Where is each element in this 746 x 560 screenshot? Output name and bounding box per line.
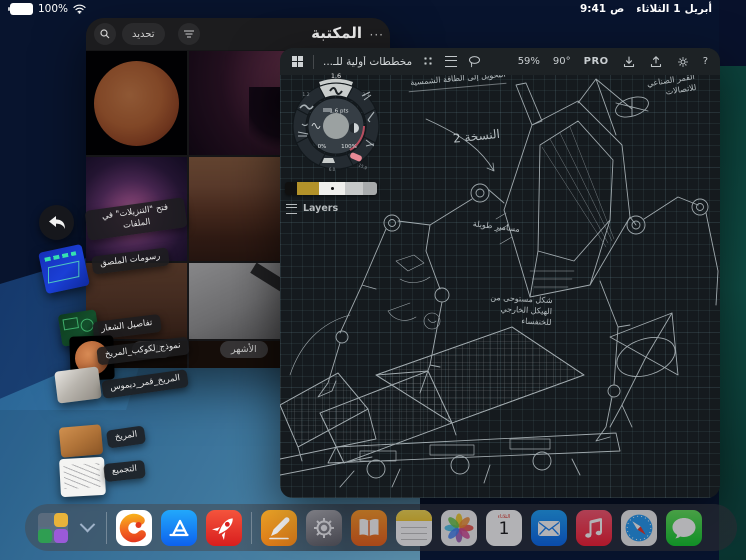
layers-label: Layers bbox=[303, 203, 339, 214]
photo-mars-planet[interactable] bbox=[86, 51, 187, 155]
dock-app-calendar[interactable]: الثلاثاء 1 bbox=[486, 509, 522, 546]
dock-app-messages[interactable] bbox=[666, 509, 702, 546]
marker-glyph bbox=[322, 158, 335, 163]
status-time: 9:41 bbox=[579, 3, 607, 15]
notes-header-strip bbox=[396, 509, 432, 521]
swatch-gray-light[interactable] bbox=[345, 182, 363, 195]
opacity-min-label: 0% bbox=[318, 144, 327, 150]
layers-icon bbox=[286, 203, 297, 214]
status-bar: 100% 9:41 ص الثلاثاء 1 أبريل bbox=[0, 0, 746, 20]
messages-bubble-icon bbox=[672, 517, 696, 538]
mini-app-green bbox=[38, 528, 52, 543]
library-header: المكتبة ··· تحديد bbox=[86, 18, 390, 50]
appstore-icon bbox=[169, 519, 189, 536]
pro-button[interactable]: PRO bbox=[584, 56, 609, 67]
import-icon bbox=[623, 55, 634, 67]
dock-app-safari[interactable] bbox=[621, 509, 657, 546]
active-size-label: 1.6 bbox=[331, 72, 341, 80]
library-title: المكتبة bbox=[311, 24, 362, 42]
search-icon bbox=[100, 29, 110, 39]
more-button[interactable]: ··· bbox=[370, 28, 384, 42]
dock-app-notes[interactable] bbox=[396, 509, 432, 546]
rotation-angle[interactable]: 90° bbox=[553, 56, 571, 67]
eraser-size-label: 15.9 bbox=[358, 162, 369, 170]
mini-app-star bbox=[54, 528, 68, 543]
search-button[interactable] bbox=[94, 23, 116, 45]
drag-back-button[interactable] bbox=[39, 205, 74, 240]
settings-menu-button[interactable] bbox=[444, 55, 458, 69]
drag-thumb-mars[interactable] bbox=[58, 424, 104, 458]
drag-thumb-poster[interactable] bbox=[38, 243, 90, 295]
lasso-tool-button[interactable] bbox=[467, 55, 481, 69]
dock-app-appstore[interactable] bbox=[161, 509, 197, 546]
drag-thumb-deimos[interactable] bbox=[54, 366, 102, 404]
status-day: 1 bbox=[673, 3, 681, 15]
wifi-icon bbox=[73, 4, 86, 14]
swatch-gold[interactable] bbox=[297, 182, 319, 195]
status-weekday: الثلاثاء bbox=[636, 3, 670, 15]
layers-button[interactable]: Layers bbox=[286, 203, 338, 214]
swatch-black[interactable] bbox=[285, 182, 297, 195]
mini-app-camera bbox=[38, 512, 52, 527]
select-button[interactable]: تحديد bbox=[122, 23, 165, 45]
music-note-icon bbox=[585, 517, 602, 538]
safari-compass-icon bbox=[625, 514, 653, 541]
import-button[interactable] bbox=[622, 55, 636, 69]
gear-icon bbox=[677, 56, 688, 67]
status-month: أبريل bbox=[684, 3, 712, 15]
concepts-app-icon bbox=[119, 513, 149, 542]
mini-app-lightbulb bbox=[54, 512, 68, 527]
lasso-icon bbox=[468, 56, 480, 68]
drag-thumb-assembly[interactable] bbox=[59, 456, 106, 498]
concepts-window: التحويل إلى الطاقة الشمسية القمر الصناعي… bbox=[280, 48, 720, 498]
photos-flower-icon bbox=[444, 513, 474, 542]
dock-app-books[interactable] bbox=[351, 509, 387, 546]
tool-wheel[interactable]: 1.6 1.2 3.5 6.0 15.9 1.6 pts 0% 100% bbox=[288, 62, 384, 184]
reply-arrow-icon bbox=[48, 215, 65, 229]
tab-months[interactable]: الأشهر bbox=[220, 341, 268, 358]
filter-button[interactable] bbox=[178, 23, 200, 45]
menu-lines-icon bbox=[445, 56, 458, 67]
swatch-gray[interactable] bbox=[363, 182, 377, 195]
dock-app-concepts[interactable] bbox=[116, 509, 152, 546]
battery-icon bbox=[8, 3, 33, 15]
mail-envelope-icon bbox=[538, 520, 560, 536]
books-icon bbox=[359, 518, 379, 536]
dock-app-music[interactable] bbox=[576, 509, 612, 546]
precision-menu-button[interactable] bbox=[421, 55, 435, 69]
swatch-white-selected[interactable] bbox=[319, 182, 345, 195]
dock-app-photos[interactable] bbox=[441, 509, 477, 546]
dock-divider bbox=[251, 511, 252, 544]
notes-lines bbox=[401, 526, 427, 528]
settings-gear-button[interactable] bbox=[676, 55, 690, 69]
dots-3x3-icon bbox=[422, 56, 434, 67]
left-size-label: 1.2 bbox=[302, 92, 309, 98]
settings-gears-icon bbox=[314, 517, 334, 538]
calendar-day: 1 bbox=[498, 518, 510, 539]
dock: الثلاثاء 1 bbox=[25, 504, 737, 551]
dock-app-group[interactable] bbox=[38, 512, 68, 543]
color-palette[interactable] bbox=[285, 182, 377, 195]
dock-app-settings[interactable] bbox=[306, 509, 342, 546]
export-icon bbox=[650, 55, 661, 67]
opacity-max-label: 100% bbox=[341, 144, 357, 150]
dock-app-drawing[interactable] bbox=[261, 509, 297, 546]
pen-icon bbox=[269, 516, 290, 539]
dock-app-rocket[interactable] bbox=[206, 509, 242, 546]
help-button[interactable]: ? bbox=[703, 56, 708, 67]
dock-collapse-button[interactable] bbox=[77, 510, 97, 546]
wheel-center-knob bbox=[323, 113, 349, 139]
export-button[interactable] bbox=[649, 55, 663, 69]
battery-percent: 100% bbox=[38, 3, 69, 15]
chevron-down-icon bbox=[79, 516, 95, 533]
dock-app-mail[interactable] bbox=[531, 509, 567, 546]
zoom-level[interactable]: 59% bbox=[518, 56, 540, 67]
rocket-icon bbox=[212, 517, 233, 540]
dock-divider bbox=[106, 511, 107, 544]
marker-size-label: 6.0 bbox=[329, 167, 336, 172]
annotation-beetle: شكل مستوحى من الهيكل الخارجي للخنفساء bbox=[490, 292, 553, 327]
status-meridiem: ص bbox=[610, 3, 625, 15]
filter-lines-icon bbox=[184, 30, 194, 38]
